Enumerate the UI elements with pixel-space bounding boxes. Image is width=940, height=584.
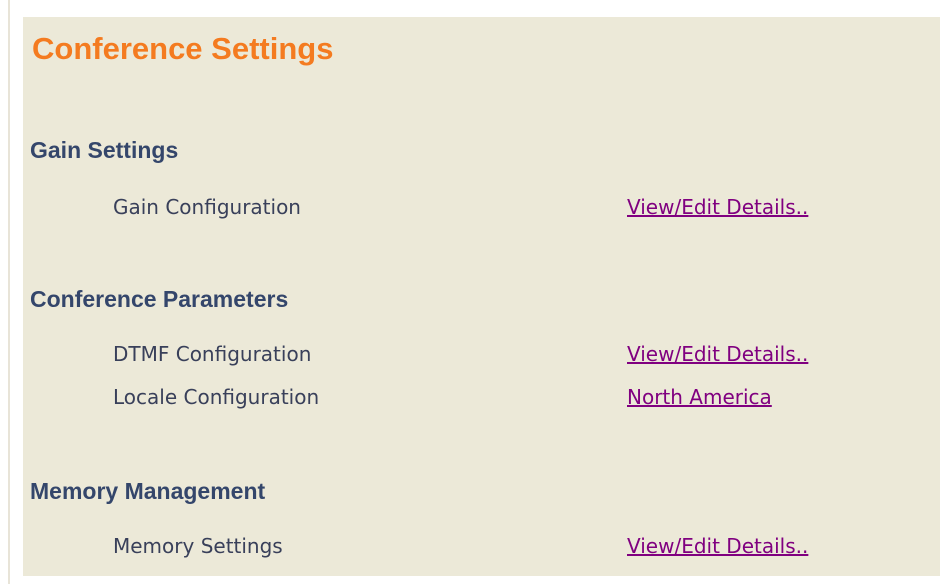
- locale-configuration-link[interactable]: North America: [627, 385, 772, 409]
- dtmf-configuration-link[interactable]: View/Edit Details..: [627, 342, 808, 366]
- dtmf-configuration-label: DTMF Configuration: [113, 342, 312, 366]
- section-heading-conference-parameters: Conference Parameters: [30, 286, 289, 312]
- memory-settings-link[interactable]: View/Edit Details..: [627, 534, 808, 558]
- conference-settings-panel: Conference Settings Gain Settings Gain C…: [23, 17, 940, 576]
- locale-configuration-label: Locale Configuration: [113, 385, 320, 409]
- section-heading-gain-settings: Gain Settings: [30, 137, 179, 163]
- gain-configuration-label: Gain Configuration: [113, 195, 301, 219]
- page-title: Conference Settings: [32, 31, 334, 66]
- left-border-line: [8, 0, 10, 584]
- memory-settings-label: Memory Settings: [113, 534, 283, 558]
- gain-configuration-link[interactable]: View/Edit Details..: [627, 195, 808, 219]
- section-heading-memory-management: Memory Management: [30, 478, 266, 504]
